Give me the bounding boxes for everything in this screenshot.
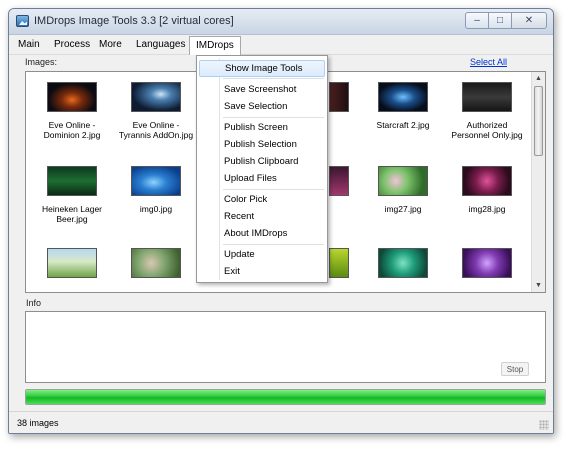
imdrops-dropdown-menu: Show Image Tools Save Screenshot Save Se…	[196, 55, 328, 283]
menu-main[interactable]: Main	[17, 39, 41, 50]
title-bar[interactable]: IMDrops Image Tools 3.3 [2 virtual cores…	[9, 9, 553, 35]
menu-item-about-imdrops[interactable]: About IMDrops	[197, 225, 327, 242]
close-button[interactable]: ✕	[511, 12, 547, 29]
menu-item-save-screenshot[interactable]: Save Screenshot	[197, 81, 327, 98]
status-image-count: 38 images	[17, 418, 59, 428]
menu-bar: Main Process More Languages IMDrops	[9, 35, 553, 55]
minimize-button[interactable]: –	[465, 12, 489, 29]
app-window: IMDrops Image Tools 3.3 [2 virtual cores…	[8, 8, 554, 434]
info-panel: Stop	[25, 311, 546, 383]
menu-item-recent[interactable]: Recent	[197, 208, 327, 225]
thumbnail-caption: Eve Online - Dominion 2.jpg	[43, 120, 101, 140]
window-title: IMDrops Image Tools 3.3 [2 virtual cores…	[34, 15, 234, 27]
thumbnail-item[interactable]	[116, 244, 196, 292]
thumbnail-item[interactable]: Authorized Personnel Only.jpg	[447, 78, 527, 150]
thumbnail-image	[462, 82, 512, 112]
thumbnail-item[interactable]: img28.jpg	[447, 162, 527, 234]
menu-separator	[223, 244, 324, 245]
thumbnail-caption: Heineken Lager Beer.jpg	[41, 204, 102, 224]
images-scrollbar[interactable]: ▲ ▼	[531, 72, 545, 292]
thumbnail-image	[378, 166, 428, 196]
thumbnail-item[interactable]: img27.jpg	[363, 162, 443, 234]
thumbnail-caption: img27.jpg	[384, 204, 422, 214]
menu-separator	[223, 78, 324, 79]
menu-item-color-pick[interactable]: Color Pick	[197, 191, 327, 208]
thumbnail-image	[462, 248, 512, 278]
window-controls: – □ ✕	[465, 12, 547, 29]
thumbnail-image	[378, 248, 428, 278]
thumbnail-image	[47, 248, 97, 278]
thumbnail-caption: Authorized Personnel Only.jpg	[451, 120, 523, 140]
menu-item-publish-clipboard[interactable]: Publish Clipboard	[197, 153, 327, 170]
status-bar: 38 images	[9, 411, 553, 433]
menu-process[interactable]: Process	[53, 39, 91, 50]
thumbnail-caption: Starcraft 2.jpg	[376, 120, 430, 130]
thumbnail-image	[47, 166, 97, 196]
thumbnail-image	[131, 82, 181, 112]
thumbnail-caption: img28.jpg	[468, 204, 506, 214]
menu-item-upload-files[interactable]: Upload Files	[197, 170, 327, 187]
thumbnail-caption: img0.jpg	[139, 204, 173, 214]
thumbnail-image	[47, 82, 97, 112]
app-icon	[16, 15, 29, 27]
thumbnail-image	[131, 248, 181, 278]
menu-item-save-selection[interactable]: Save Selection	[197, 98, 327, 115]
menu-separator	[223, 117, 324, 118]
thumbnail-image	[378, 82, 428, 112]
stop-button[interactable]: Stop	[501, 362, 529, 376]
thumbnail-item[interactable]: img0.jpg	[116, 162, 196, 234]
menu-more[interactable]: More	[98, 39, 123, 50]
scroll-up-icon[interactable]: ▲	[532, 72, 545, 85]
menu-item-publish-selection[interactable]: Publish Selection	[197, 136, 327, 153]
thumbnail-item[interactable]	[32, 244, 112, 292]
thumbnail-image	[462, 166, 512, 196]
scroll-thumb[interactable]	[534, 86, 543, 156]
thumbnail-caption: Eve Online - Tyrannis AddOn.jpg	[118, 120, 194, 140]
progress-fill	[26, 390, 545, 404]
thumbnail-item[interactable]	[363, 244, 443, 292]
thumbnail-item[interactable]: Heineken Lager Beer.jpg	[32, 162, 112, 234]
thumbnail-item[interactable]: Starcraft 2.jpg	[363, 78, 443, 150]
thumbnail-item[interactable]: Eve Online - Dominion 2.jpg	[32, 78, 112, 150]
menu-separator	[223, 189, 324, 190]
images-label: Images:	[25, 57, 58, 67]
menu-item-update[interactable]: Update	[197, 246, 327, 263]
info-label: Info	[26, 298, 42, 308]
menu-languages[interactable]: Languages	[135, 39, 187, 50]
thumbnail-image	[329, 82, 349, 112]
scroll-down-icon[interactable]: ▼	[532, 279, 545, 292]
resize-grip-icon[interactable]	[539, 420, 549, 430]
menu-item-publish-screen[interactable]: Publish Screen	[197, 119, 327, 136]
progress-bar	[25, 389, 546, 405]
menu-imdrops[interactable]: IMDrops	[189, 36, 241, 55]
select-all-link[interactable]: Select All	[470, 57, 507, 67]
menu-item-show-image-tools[interactable]: Show Image Tools	[199, 60, 325, 77]
thumbnail-image	[131, 166, 181, 196]
thumbnail-image	[329, 248, 349, 278]
thumbnail-item[interactable]	[447, 244, 527, 292]
menu-item-exit[interactable]: Exit	[197, 263, 327, 280]
thumbnail-image	[329, 166, 349, 196]
maximize-button[interactable]: □	[488, 12, 512, 29]
thumbnail-item[interactable]: Eve Online - Tyrannis AddOn.jpg	[116, 78, 196, 150]
